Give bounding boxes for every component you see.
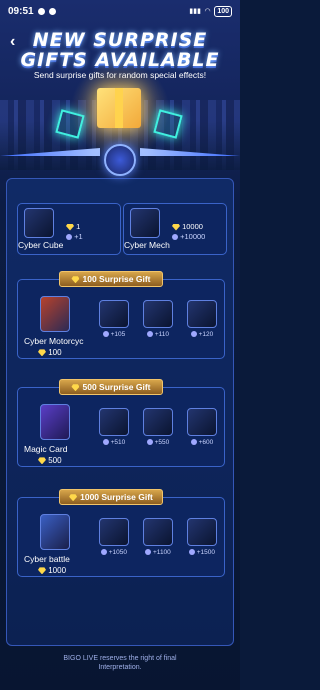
diamond-icon	[38, 457, 46, 465]
gift-thumbnail-icon	[143, 518, 173, 546]
emblem-icon	[104, 144, 136, 176]
signal-icon: ▮▮▮	[189, 8, 201, 15]
sub-gift-item[interactable]: +105	[98, 300, 130, 338]
cyber-mech-gift-icon	[130, 208, 160, 238]
gift-thumbnail-icon	[187, 408, 217, 436]
main-gift-item[interactable]: Cyber battle 1000	[24, 512, 84, 575]
notification-icon	[37, 7, 45, 15]
bonus-icon	[188, 549, 195, 556]
surprise-gifts-page: 09:51 ▮▮▮ ◠ 100 ‹ NEW SURPRISE GIFTS AVA…	[0, 0, 240, 690]
tier-header-500: 500 Surprise Gift	[59, 379, 163, 395]
diamond-icon	[71, 276, 80, 284]
main-gift-item[interactable]: Magic Card 500	[24, 402, 84, 465]
bonus-icon	[102, 331, 109, 338]
bonus-icon	[145, 549, 152, 556]
sub-gift-item[interactable]: +550	[142, 408, 174, 446]
magic-card-gift-icon	[40, 404, 70, 440]
diamond-icon	[38, 349, 46, 357]
tier-box-500: Magic Card 500 +510 +550 +600	[17, 387, 225, 467]
motorcycle-gift-icon	[40, 296, 70, 332]
diamond-icon	[38, 567, 46, 575]
gift-thumbnail-icon	[143, 300, 173, 328]
bonus-icon	[102, 439, 109, 446]
gift-thumbnail-icon	[99, 518, 129, 546]
page-subtitle: Send surprise gifts for random special e…	[33, 70, 207, 80]
tier-box-1000: Cyber battle 1000 +1050 +1100 +1500	[17, 497, 225, 577]
wifi-icon: ◠	[204, 8, 211, 15]
gift-panel: Cyber Cube 1 +1 Cyber Mech Ra 10000 +100…	[6, 178, 234, 646]
gift-thumbnail-icon	[99, 408, 129, 436]
gift-thumbnail-icon	[99, 300, 129, 328]
gift-thumbnail-icon	[187, 518, 217, 546]
sub-gift-item[interactable]: +1100	[142, 518, 174, 556]
cyber-battle-gift-icon	[40, 514, 70, 550]
diamond-icon	[71, 384, 80, 392]
sub-gift-item[interactable]: +1500	[186, 518, 218, 556]
battery-icon: 100	[214, 5, 232, 17]
bonus-icon	[190, 331, 197, 338]
diamond-icon	[172, 223, 180, 231]
tier-header-100: 100 Surprise Gift	[59, 271, 163, 287]
page-title: NEW SURPRISE GIFTS AVAILABLE	[20, 29, 220, 71]
reward-values: 1 +1	[66, 222, 83, 242]
bonus-icon	[172, 234, 178, 241]
disclaimer-text: BIGO LIVE reserves the right of final In…	[63, 655, 177, 671]
sub-gift-item[interactable]: +1050	[98, 518, 130, 556]
bonus-icon	[100, 549, 107, 556]
sub-gift-item[interactable]: +120	[186, 300, 218, 338]
bonus-icon	[66, 234, 72, 241]
sub-gift-item[interactable]: +600	[186, 408, 218, 446]
gift-box-icon	[97, 88, 141, 128]
reward-card-cyber-mech[interactable]: Cyber Mech Ra 10000 +10000	[123, 203, 227, 255]
sub-gift-item[interactable]: +110	[142, 300, 174, 338]
reward-name: Cyber Mech Ra	[124, 240, 170, 250]
bonus-icon	[147, 331, 153, 338]
tier-box-100: Cyber Motorcycle 100 +105 +110 +120	[17, 279, 225, 359]
reward-values: 10000 +10000	[172, 222, 205, 242]
cyber-cube-gift-icon	[24, 208, 54, 238]
bonus-icon	[190, 439, 197, 446]
tier-header-1000: 1000 Surprise Gift	[59, 489, 163, 505]
main-gift-item[interactable]: Cyber Motorcycle 100	[24, 294, 84, 357]
reward-name: Cyber Cube	[18, 240, 64, 250]
bonus-icon	[146, 439, 153, 446]
notification-icon	[48, 7, 56, 15]
sub-gift-item[interactable]: +510	[98, 408, 130, 446]
diamond-icon	[69, 494, 78, 502]
back-arrow-icon[interactable]: ‹	[10, 34, 26, 50]
gift-thumbnail-icon	[187, 300, 217, 328]
gift-thumbnail-icon	[143, 408, 173, 436]
status-time: 09:51	[8, 5, 34, 17]
status-bar: 09:51 ▮▮▮ ◠ 100	[0, 0, 240, 22]
diamond-icon	[66, 223, 74, 231]
reward-card-cyber-cube[interactable]: Cyber Cube 1 +1	[17, 203, 121, 255]
